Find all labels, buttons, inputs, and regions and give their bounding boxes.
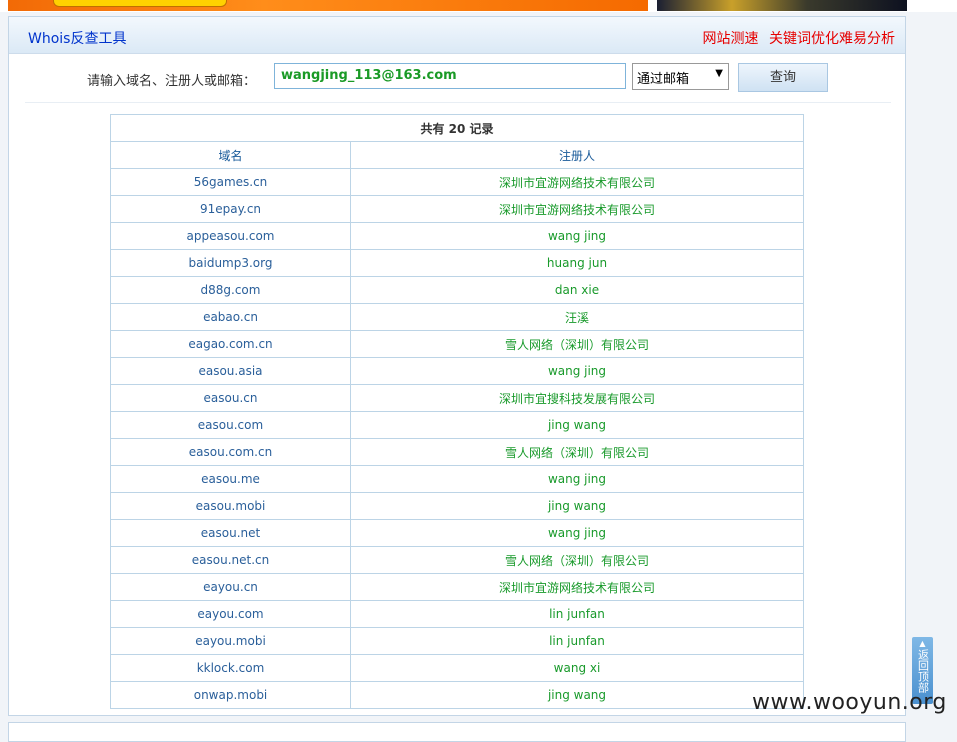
registrant-cell[interactable]: jing wang: [350, 411, 804, 439]
registrant-cell[interactable]: 深圳市宜游网络技术有限公司: [350, 195, 804, 223]
registrant-cell[interactable]: wang jing: [350, 222, 804, 250]
table-row: 91epay.cn 深圳市宜游网络技术有限公司: [110, 195, 804, 223]
table-row: onwap.mobi jing wang: [110, 681, 804, 709]
domain-cell[interactable]: easou.com: [110, 411, 351, 439]
registrant-cell[interactable]: 雪人网络（深圳）有限公司: [350, 438, 804, 466]
back-to-top-label: 返回顶部: [916, 649, 930, 693]
search-button[interactable]: 查询: [738, 63, 828, 92]
dropdown-arrow-icon: ▼: [715, 68, 723, 79]
domain-cell[interactable]: appeasou.com: [110, 222, 351, 250]
search-row: 请输入域名、注册人或邮箱： wangjing_113@163.com 通过邮箱 …: [9, 53, 905, 103]
speed-test-link[interactable]: 网站测速: [703, 31, 759, 47]
header-links: 网站测速 关键词优化难易分析: [697, 28, 895, 48]
table-row: appeasou.com wang jing: [110, 222, 804, 250]
results-table: 共有 20 记录 域名 注册人 56games.cn 深圳市宜游网络技术有限公司 9…: [110, 114, 804, 709]
table-row: 56games.cn 深圳市宜游网络技术有限公司: [110, 168, 804, 196]
table-row: eayou.com lin junfan: [110, 600, 804, 628]
banner-ad-right[interactable]: [657, 0, 907, 11]
bottom-panel: [8, 722, 906, 742]
table-row: baidump3.org huang jun: [110, 249, 804, 277]
table-row: kklock.com wang xi: [110, 654, 804, 682]
table-row: easou.com.cn 雪人网络（深圳）有限公司: [110, 438, 804, 466]
search-mode-value: 通过邮箱: [637, 72, 690, 87]
registrant-cell[interactable]: lin junfan: [350, 627, 804, 655]
domain-cell[interactable]: eabao.cn: [110, 303, 351, 331]
table-row: easou.net.cn 雪人网络（深圳）有限公司: [110, 546, 804, 574]
table-row: eayou.mobi lin junfan: [110, 627, 804, 655]
registrant-cell[interactable]: huang jun: [350, 249, 804, 277]
table-row: easou.cn 深圳市宜搜科技发展有限公司: [110, 384, 804, 412]
registrant-cell[interactable]: wang jing: [350, 357, 804, 385]
registrant-cell[interactable]: 深圳市宜搜科技发展有限公司: [350, 384, 804, 412]
column-header-registrant: 注册人: [350, 141, 804, 169]
registrant-cell[interactable]: jing wang: [350, 492, 804, 520]
domain-cell[interactable]: easou.me: [110, 465, 351, 493]
watermark: www.wooyun.org: [752, 690, 947, 715]
registrant-cell[interactable]: 深圳市宜游网络技术有限公司: [350, 168, 804, 196]
panel-header: Whois反查工具 网站测速 关键词优化难易分析: [9, 17, 905, 54]
domain-cell[interactable]: kklock.com: [110, 654, 351, 682]
registrant-cell[interactable]: wang jing: [350, 465, 804, 493]
table-row: eabao.cn 汪溪: [110, 303, 804, 331]
domain-cell[interactable]: baidump3.org: [110, 249, 351, 277]
table-row: easou.net wang jing: [110, 519, 804, 547]
table-row: easou.asia wang jing: [110, 357, 804, 385]
table-row: easou.com jing wang: [110, 411, 804, 439]
registrant-cell[interactable]: 汪溪: [350, 303, 804, 331]
registrant-cell[interactable]: jing wang: [350, 681, 804, 709]
domain-cell[interactable]: 91epay.cn: [110, 195, 351, 223]
domain-cell[interactable]: eayou.mobi: [110, 627, 351, 655]
domain-cell[interactable]: eayou.com: [110, 600, 351, 628]
banner-ad-pill: [53, 0, 227, 7]
search-label: 请输入域名、注册人或邮箱：: [87, 74, 257, 89]
registrant-cell[interactable]: lin junfan: [350, 600, 804, 628]
domain-cell[interactable]: eayou.cn: [110, 573, 351, 601]
domain-cell[interactable]: easou.com.cn: [110, 438, 351, 466]
arrow-up-icon: ▲: [919, 639, 926, 648]
registrant-cell[interactable]: 雪人网络（深圳）有限公司: [350, 330, 804, 358]
domain-cell[interactable]: easou.cn: [110, 384, 351, 412]
registrant-cell[interactable]: 深圳市宜游网络技术有限公司: [350, 573, 804, 601]
domain-cell[interactable]: onwap.mobi: [110, 681, 351, 709]
registrant-cell[interactable]: 雪人网络（深圳）有限公司: [350, 546, 804, 574]
whois-panel: Whois反查工具 网站测速 关键词优化难易分析 请输入域名、注册人或邮箱： w…: [8, 16, 906, 716]
table-row: d88g.com dan xie: [110, 276, 804, 304]
keyword-difficulty-link[interactable]: 关键词优化难易分析: [769, 31, 895, 47]
domain-cell[interactable]: eagao.com.cn: [110, 330, 351, 358]
table-row: easou.me wang jing: [110, 465, 804, 493]
registrant-cell[interactable]: dan xie: [350, 276, 804, 304]
top-banner: [0, 0, 957, 12]
registrant-cell[interactable]: wang jing: [350, 519, 804, 547]
domain-cell[interactable]: easou.mobi: [110, 492, 351, 520]
domain-cell[interactable]: d88g.com: [110, 276, 351, 304]
divider: [25, 102, 891, 103]
search-input[interactable]: wangjing_113@163.com: [274, 63, 626, 89]
domain-cell[interactable]: easou.net: [110, 519, 351, 547]
domain-cell[interactable]: easou.net.cn: [110, 546, 351, 574]
table-row: eayou.cn 深圳市宜游网络技术有限公司: [110, 573, 804, 601]
column-header-domain: 域名: [110, 141, 351, 169]
registrant-cell[interactable]: wang xi: [350, 654, 804, 682]
domain-cell[interactable]: easou.asia: [110, 357, 351, 385]
page-title: Whois反查工具: [28, 31, 127, 47]
domain-cell[interactable]: 56games.cn: [110, 168, 351, 196]
table-row: easou.mobi jing wang: [110, 492, 804, 520]
table-row: eagao.com.cn 雪人网络（深圳）有限公司: [110, 330, 804, 358]
banner-ad-left[interactable]: [8, 0, 648, 11]
results-summary: 共有 20 记录: [110, 114, 804, 142]
search-mode-select[interactable]: 通过邮箱 ▼: [632, 63, 729, 90]
